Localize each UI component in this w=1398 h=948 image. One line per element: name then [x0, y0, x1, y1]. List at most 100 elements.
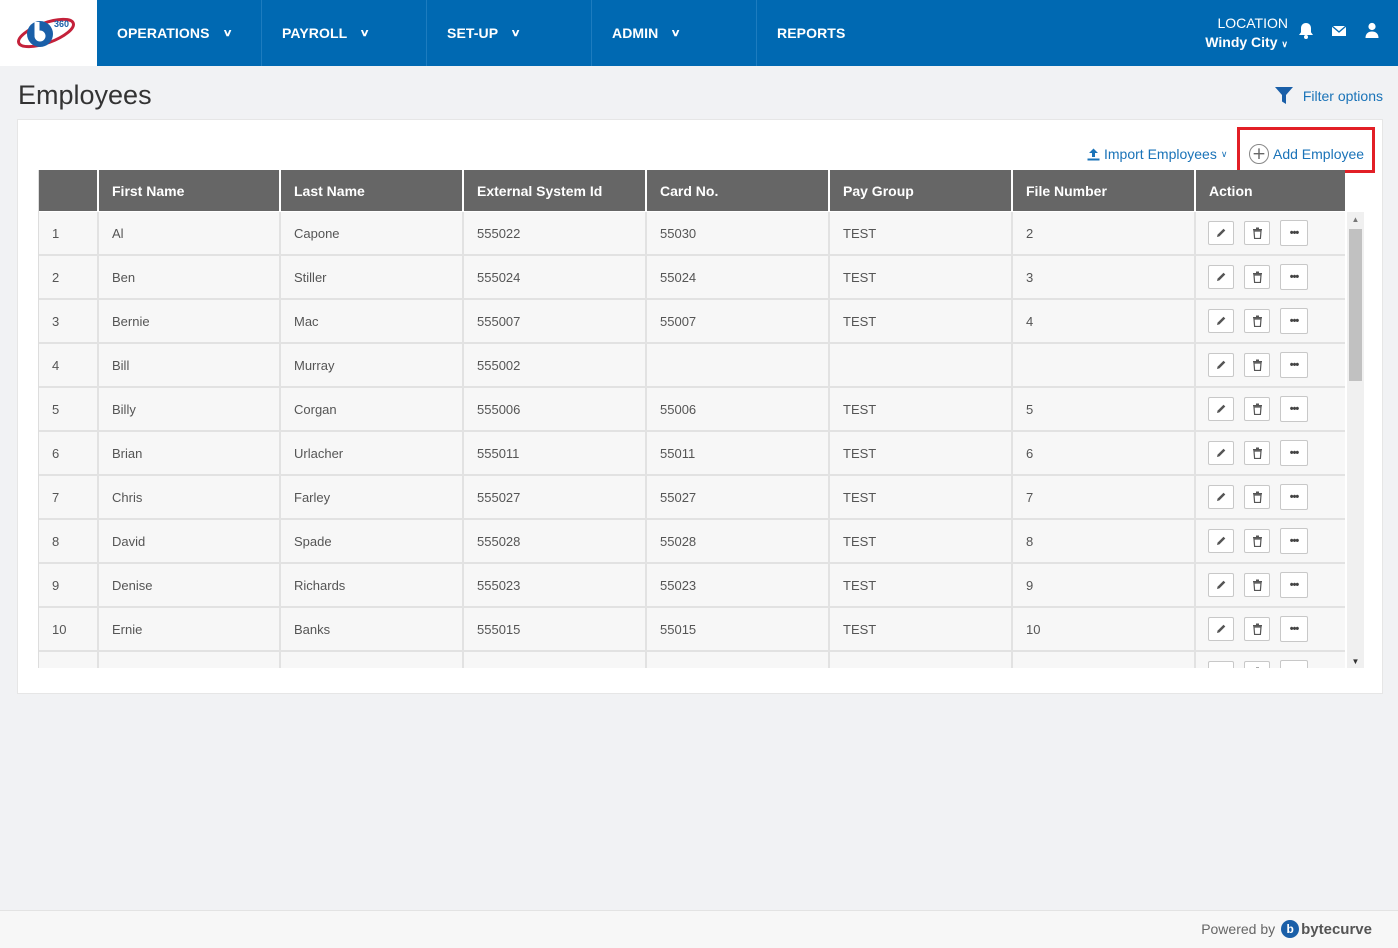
edit-button[interactable] — [1208, 441, 1234, 465]
edit-button[interactable] — [1208, 221, 1234, 245]
nav-operations[interactable]: OPERATIONS ∨ — [97, 0, 262, 66]
cell-action: ••• — [1196, 256, 1345, 298]
chevron-down-icon: ∨ — [1281, 39, 1288, 49]
bytecurve-logo-icon: b — [1281, 920, 1300, 938]
more-options-button[interactable]: ••• — [1280, 616, 1308, 642]
edit-button[interactable] — [1208, 397, 1234, 421]
table-row[interactable]: 1 Al Capone 555022 55030 TEST 2 ••• — [39, 212, 1345, 256]
table-row[interactable]: 3 Bernie Mac 555007 55007 TEST 4 ••• — [39, 300, 1345, 344]
more-options-button[interactable]: ••• — [1280, 352, 1308, 378]
table-row[interactable]: 10 Ernie Banks 555015 55015 TEST 10 ••• — [39, 608, 1345, 652]
column-header-external-system-id[interactable]: External System Id — [464, 170, 647, 211]
table-row[interactable]: 6 Brian Urlacher 555011 55011 TEST 6 ••• — [39, 432, 1345, 476]
column-header-pay-group[interactable]: Pay Group — [830, 170, 1013, 211]
table-row[interactable]: 8 David Spade 555028 55028 TEST 8 ••• — [39, 520, 1345, 564]
import-employees-button[interactable]: Import Employees ∨ — [1087, 146, 1227, 162]
plus-circle-icon: + — [1249, 144, 1269, 164]
cell-card-no: 55015 — [647, 608, 830, 650]
bytecurve-logo[interactable]: b bytecurve — [1281, 920, 1372, 938]
table-row[interactable]: ••• — [39, 652, 1345, 668]
cell-file-number: 4 — [1013, 300, 1196, 342]
delete-button[interactable] — [1244, 617, 1270, 641]
edit-icon — [1217, 272, 1226, 281]
more-options-button[interactable]: ••• — [1280, 572, 1308, 598]
edit-button[interactable] — [1208, 529, 1234, 553]
cell-external-system-id: 555023 — [464, 564, 647, 606]
nav-reports[interactable]: REPORTS — [757, 0, 877, 66]
more-options-button[interactable]: ••• — [1280, 220, 1308, 246]
cell-row-number: 2 — [39, 256, 99, 298]
delete-button[interactable] — [1244, 661, 1270, 668]
delete-button[interactable] — [1244, 573, 1270, 597]
delete-button[interactable] — [1244, 485, 1270, 509]
cell-file-number: 2 — [1013, 212, 1196, 254]
user-icon[interactable] — [1365, 22, 1381, 40]
more-icon: ••• — [1289, 403, 1300, 415]
edit-button[interactable] — [1208, 485, 1234, 509]
column-header-last-name[interactable]: Last Name — [281, 170, 464, 211]
location-value[interactable]: Windy City ∨ — [1205, 33, 1288, 54]
bell-icon[interactable] — [1298, 22, 1314, 40]
table-row[interactable]: 2 Ben Stiller 555024 55024 TEST 3 ••• — [39, 256, 1345, 300]
cell-external-system-id: 555006 — [464, 388, 647, 430]
more-options-button[interactable]: ••• — [1280, 528, 1308, 554]
edit-icon — [1217, 360, 1226, 369]
edit-button[interactable] — [1208, 617, 1234, 641]
cell-first-name: Chris — [99, 476, 281, 518]
more-options-button[interactable]: ••• — [1280, 396, 1308, 422]
trash-icon — [1252, 447, 1262, 459]
table-scrollbar[interactable]: ▲ ▼ — [1347, 212, 1364, 668]
more-options-button[interactable]: ••• — [1280, 440, 1308, 466]
cell-last-name: Farley — [281, 476, 464, 518]
add-employee-button[interactable]: + Add Employee — [1249, 144, 1364, 164]
app-logo[interactable]: 360 — [0, 0, 97, 66]
cell-file-number — [1013, 652, 1196, 668]
cell-pay-group: TEST — [830, 476, 1013, 518]
cell-first-name: Al — [99, 212, 281, 254]
filter-options-button[interactable]: Filter options — [1274, 86, 1383, 106]
nav-admin[interactable]: ADMIN ∨ — [592, 0, 757, 66]
delete-button[interactable] — [1244, 309, 1270, 333]
cell-action: ••• — [1196, 344, 1345, 386]
delete-button[interactable] — [1244, 529, 1270, 553]
delete-button[interactable] — [1244, 265, 1270, 289]
more-icon: ••• — [1289, 623, 1300, 635]
envelope-icon[interactable] — [1331, 24, 1347, 42]
cell-row-number: 6 — [39, 432, 99, 474]
nav-payroll[interactable]: PAYROLL ∨ — [262, 0, 427, 66]
scroll-down-arrow-icon[interactable]: ▼ — [1347, 654, 1364, 668]
column-header-card-no[interactable]: Card No. — [647, 170, 830, 211]
cell-row-number: 5 — [39, 388, 99, 430]
scrollbar-thumb[interactable] — [1349, 229, 1362, 381]
scroll-up-arrow-icon[interactable]: ▲ — [1347, 212, 1364, 226]
column-header-file-number[interactable]: File Number — [1013, 170, 1196, 211]
column-header-row-number[interactable] — [39, 170, 99, 211]
add-employee-label: Add Employee — [1273, 146, 1365, 162]
nav-setup[interactable]: SET-UP ∨ — [427, 0, 592, 66]
location-selector[interactable]: LOCATION Windy City ∨ — [1205, 14, 1288, 54]
more-options-button[interactable]: ••• — [1280, 308, 1308, 334]
delete-button[interactable] — [1244, 441, 1270, 465]
cell-card-no: 55027 — [647, 476, 830, 518]
employees-table: First Name Last Name External System Id … — [38, 170, 1364, 668]
edit-button[interactable] — [1208, 265, 1234, 289]
edit-button[interactable] — [1208, 661, 1234, 668]
location-value-text: Windy City — [1205, 34, 1278, 50]
table-row[interactable]: 4 Bill Murray 555002 ••• — [39, 344, 1345, 388]
edit-button[interactable] — [1208, 573, 1234, 597]
column-header-first-name[interactable]: First Name — [99, 170, 281, 211]
delete-button[interactable] — [1244, 353, 1270, 377]
cell-file-number: 5 — [1013, 388, 1196, 430]
more-options-button[interactable]: ••• — [1280, 484, 1308, 510]
more-options-button[interactable]: ••• — [1280, 264, 1308, 290]
cell-external-system-id: 555027 — [464, 476, 647, 518]
table-row[interactable]: 9 Denise Richards 555023 55023 TEST 9 ••• — [39, 564, 1345, 608]
edit-button[interactable] — [1208, 309, 1234, 333]
delete-button[interactable] — [1244, 221, 1270, 245]
table-row[interactable]: 7 Chris Farley 555027 55027 TEST 7 ••• — [39, 476, 1345, 520]
table-row[interactable]: 5 Billy Corgan 555006 55006 TEST 5 ••• — [39, 388, 1345, 432]
edit-icon — [1215, 667, 1227, 668]
more-options-button[interactable]: ••• — [1280, 660, 1308, 668]
edit-button[interactable] — [1208, 353, 1234, 377]
delete-button[interactable] — [1244, 397, 1270, 421]
